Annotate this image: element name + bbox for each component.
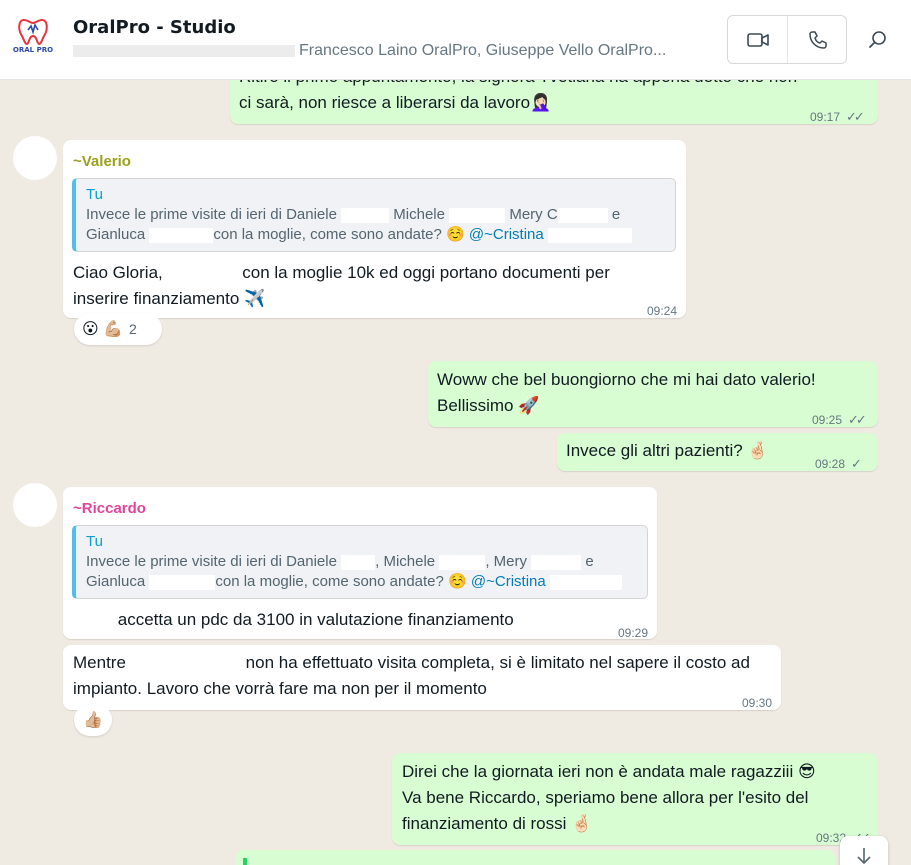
quote-author: Tu [86,533,103,550]
quoted-message[interactable]: Tu Invece le prime visite di ieri di Dan… [72,525,648,599]
message-outgoing[interactable]: Ritiro il primo appuntamento, la signora… [230,80,878,124]
message-text: ci sarà, non riesce a liberarsi da lavor… [239,93,552,112]
sender-name[interactable]: ~Valerio [73,149,131,175]
participants-list[interactable]: Francesco Laino OralPro, Giuseppe Vello … [73,42,733,66]
message-time: 09:17 ✓✓ [810,104,865,130]
reaction-emojis: 👍🏼 [83,712,103,729]
message-text: Invece gli altri pazienti? 🤞🏻 [566,441,769,460]
chat-header: ORAL PRO OralPro - Studio Francesco Lain… [0,0,911,80]
message-outgoing[interactable]: Direi che la giornata ieri non è andata … [392,753,878,845]
message-text: inserire finanziamento ✈️ [73,289,266,308]
message-text: accetta un pdc da 3100 in valutazione fi… [73,607,514,633]
message-text: Mentre non ha effettuato visita completa… [73,653,750,673]
message-text: impianto. Lavoro che vorrà fare ma non p… [73,679,487,698]
message-list[interactable]: Ritiro il primo appuntamento, la signora… [0,80,911,865]
message-reactions[interactable]: 👍🏼 [74,704,112,736]
scroll-to-bottom-button[interactable] [840,836,888,865]
double-check-icon: ✓✓ [846,109,865,124]
message-text: finanziamento di rossi 🤞🏻 [402,814,593,833]
search-icon [869,31,886,48]
message-text: Va bene Riccardo, speriamo bene allora p… [402,788,809,807]
sender-name[interactable]: ~Riccardo [73,496,146,522]
reaction-emojis: 😮 💪🏼 [82,321,124,338]
message-outgoing[interactable]: Invece gli altri pazienti? 🤞🏻 09:28 ✓ [557,433,878,471]
message-time: 09:25 ✓✓ [812,407,867,433]
avatar[interactable] [13,136,57,180]
call-buttons [727,15,847,64]
single-check-icon: ✓ [851,456,862,471]
message-text: Direi che la giornata ieri non è andata … [402,762,816,781]
voice-call-button[interactable] [788,16,848,63]
participants-hidden [73,44,295,57]
quote-author: Tu [86,186,103,203]
quote-bar [243,858,247,865]
message-incoming[interactable]: ~Riccardo Tu Invece le prime visite di i… [63,487,657,640]
message-outgoing-partial[interactable] [235,850,835,865]
message-time: 09:30 [742,696,773,710]
mention: @~Cristina [470,573,546,590]
message-text: Ciao Gloria, con la moglie 10k ed oggi p… [73,263,610,283]
message-outgoing[interactable]: Woww che bel buongiorno che mi hai dato … [428,361,878,427]
tooth-logo-icon [18,18,48,46]
quote-line: Gianluca con la moglie, come sono andate… [86,225,665,245]
message-incoming[interactable]: Mentre non ha effettuato visita completa… [63,645,781,710]
mention: @~Cristina [468,226,544,243]
message-reactions[interactable]: 😮 💪🏼 2 [74,313,162,345]
group-avatar[interactable]: ORAL PRO [12,16,54,58]
reaction-count: 2 [129,321,137,337]
avatar[interactable] [13,483,57,527]
logo-text: ORAL PRO [12,46,54,54]
quoted-message[interactable]: Tu Invece le prime visite di ieri di Dan… [72,178,676,252]
quote-line: Gianluca con la moglie, come sono andate… [86,572,637,592]
participants-text: Francesco Laino OralPro, Giuseppe Vello … [299,42,667,59]
quote-line: Invece le prime visite di ieri di Daniel… [86,553,594,570]
message-text: Ritiro il primo appuntamento, la signora… [239,80,797,90]
message-text: Woww che bel buongiorno che mi hai dato … [437,370,816,389]
message-incoming[interactable]: ~Valerio Tu Invece le prime visite di ie… [63,140,686,318]
message-time: 09:28 ✓ [815,451,862,477]
voice-call-icon [809,30,827,49]
video-call-icon [746,32,769,47]
video-call-button[interactable] [728,16,788,63]
message-time: 09:29 [618,626,649,640]
search-button[interactable] [860,22,896,58]
quote-line: Invece le prime visite di ieri di Daniel… [86,206,621,223]
message-text: Bellissimo 🚀 [437,396,540,415]
facepalm-emoji: 🤦🏻‍♀️ [530,93,552,112]
arrow-down-icon [857,848,871,865]
message-time: 09:24 [647,304,678,318]
double-check-icon: ✓✓ [848,412,867,427]
chat-title[interactable]: OralPro - Studio [73,17,236,38]
